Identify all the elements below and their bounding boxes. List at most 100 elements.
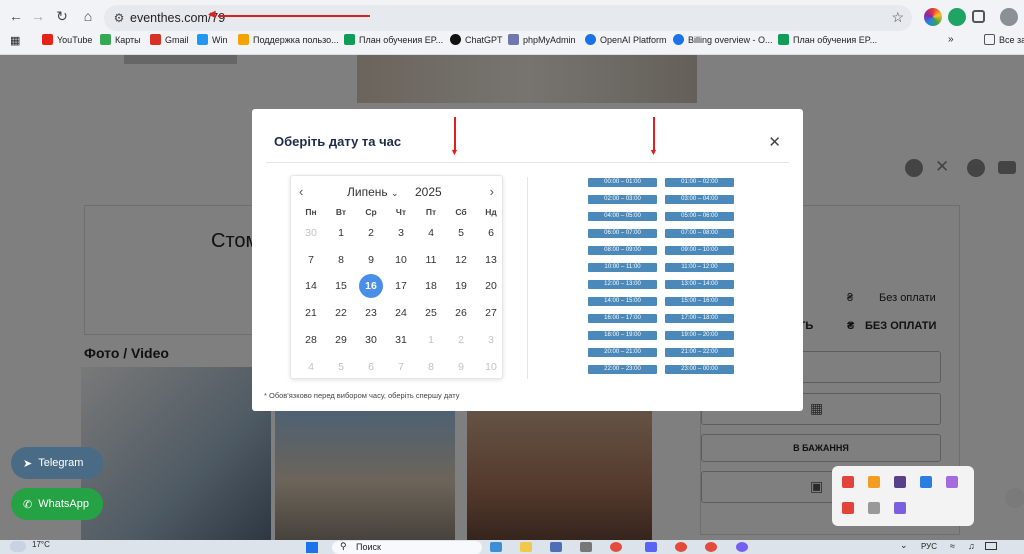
time-slot-button[interactable]: 05:00 – 06:00 (665, 212, 734, 221)
bookmark-youtube[interactable]: YouTube (42, 34, 92, 45)
calendar-day[interactable]: 30 (359, 328, 383, 352)
bookmark-billing[interactable]: Billing overview - O... (673, 34, 773, 45)
tray-app-icon[interactable] (868, 476, 880, 488)
calendar-day[interactable]: 7 (299, 248, 323, 272)
tray-app-icon[interactable] (946, 476, 958, 488)
calendar-day[interactable]: 9 (449, 355, 473, 379)
close-icon[interactable]: ✕ (768, 133, 781, 151)
tray-app-icon[interactable] (894, 476, 906, 488)
profile-avatar[interactable] (1000, 8, 1018, 26)
calendar-day[interactable]: 20 (479, 274, 503, 298)
calendar-day[interactable]: 28 (299, 328, 323, 352)
back-icon[interactable]: ← (4, 4, 28, 28)
tray-app-icon[interactable] (842, 476, 854, 488)
home-icon[interactable]: ⌂ (76, 4, 100, 28)
time-slot-button[interactable]: 06:00 – 07:00 (588, 229, 657, 238)
time-slot-button[interactable]: 21:00 – 22:00 (665, 348, 734, 357)
taskbar-app-icon[interactable] (520, 542, 532, 552)
calendar-day[interactable]: 21 (299, 301, 323, 325)
time-slot-button[interactable]: 19:00 – 20:00 (665, 331, 734, 340)
telegram-button[interactable]: ➤ Telegram (11, 447, 103, 479)
time-slot-button[interactable]: 18:00 – 19:00 (588, 331, 657, 340)
extensions-puzzle-icon[interactable] (972, 10, 985, 23)
time-slot-button[interactable]: 07:00 – 08:00 (665, 229, 734, 238)
calendar-day[interactable]: 10 (479, 355, 503, 379)
bookmark-support[interactable]: Поддержка пользо... (238, 34, 339, 45)
taskbar-app-icon[interactable] (705, 542, 717, 552)
tray-app-icon[interactable] (894, 502, 906, 514)
time-slot-button[interactable]: 08:00 – 09:00 (588, 246, 657, 255)
time-slot-button[interactable]: 10:00 – 11:00 (588, 263, 657, 272)
tray-chevron-icon[interactable]: ⌄ (900, 540, 908, 551)
windows-start-icon[interactable] (306, 542, 318, 553)
calendar-day[interactable]: 10 (389, 248, 413, 272)
calendar-day[interactable]: 11 (419, 248, 443, 272)
taskbar-app-icon[interactable] (675, 542, 687, 552)
time-slot-button[interactable]: 17:00 – 18:00 (665, 314, 734, 323)
calendar-day[interactable]: 22 (329, 301, 353, 325)
calendar-day[interactable]: 14 (299, 274, 323, 298)
scroll-to-top-button[interactable] (1005, 488, 1024, 508)
time-slot-button[interactable]: 14:00 – 15:00 (588, 297, 657, 306)
calendar-day[interactable]: 25 (419, 301, 443, 325)
calendar-day[interactable]: 23 (359, 301, 383, 325)
calendar-day-selected[interactable]: 16 (359, 274, 383, 299)
calendar-day[interactable]: 18 (419, 274, 443, 298)
taskbar-app-icon[interactable] (580, 542, 592, 552)
time-slot-button[interactable]: 02:00 – 03:00 (588, 195, 657, 204)
time-slot-button[interactable]: 16:00 – 17:00 (588, 314, 657, 323)
prev-month-icon[interactable]: ‹ (299, 184, 303, 199)
volume-icon[interactable]: ♫ (968, 541, 975, 551)
time-slot-button[interactable]: 20:00 – 21:00 (588, 348, 657, 357)
time-slot-button[interactable]: 04:00 – 05:00 (588, 212, 657, 221)
calendar-day[interactable]: 3 (479, 328, 503, 352)
bookmark-openai-platform[interactable]: OpenAI Platform (585, 34, 667, 45)
taskbar-search[interactable]: ⚲ Поиск (332, 541, 482, 554)
calendar-day[interactable]: 13 (479, 248, 503, 272)
bookmark-chatgpt[interactable]: ChatGPT (450, 34, 503, 45)
weather-temp[interactable]: 17°C (32, 540, 50, 549)
taskbar-app-icon[interactable] (550, 542, 562, 552)
language-indicator[interactable]: РУС (921, 542, 937, 551)
calendar-day[interactable]: 29 (329, 328, 353, 352)
calendar-day[interactable]: 30 (299, 221, 323, 245)
calendar-day[interactable]: 5 (329, 355, 353, 379)
weather-icon[interactable] (10, 541, 26, 552)
calendar-day[interactable]: 8 (419, 355, 443, 379)
time-slot-button[interactable]: 03:00 – 04:00 (665, 195, 734, 204)
whatsapp-button[interactable]: ✆ WhatsApp (11, 488, 103, 520)
time-slot-button[interactable]: 23:00 – 00:00 (665, 365, 734, 374)
taskbar-app-icon[interactable] (736, 542, 748, 552)
calendar-day[interactable]: 7 (389, 355, 413, 379)
bookmark-star-icon[interactable]: ☆ (891, 9, 904, 26)
year-input[interactable]: 2025 (415, 185, 442, 199)
bookmark-win[interactable]: Win (197, 34, 228, 45)
calendar-day[interactable]: 6 (359, 355, 383, 379)
calendar-day[interactable]: 26 (449, 301, 473, 325)
calendar-day[interactable]: 15 (329, 274, 353, 298)
month-select[interactable]: Липень ⌄ (347, 185, 399, 199)
next-month-icon[interactable]: › (490, 184, 494, 199)
tray-app-icon[interactable] (842, 502, 854, 514)
tray-app-icon[interactable] (920, 476, 932, 488)
taskbar-app-icon[interactable] (610, 542, 622, 552)
calendar-day[interactable]: 24 (389, 301, 413, 325)
address-bar[interactable]: ⚙ eventhes.com/79 ☆ (104, 5, 912, 31)
time-slot-button[interactable]: 09:00 – 10:00 (665, 246, 734, 255)
bookmark-gmail[interactable]: Gmail (150, 34, 189, 45)
time-slot-button[interactable]: 01:00 – 02:00 (665, 178, 734, 187)
calendar-day[interactable]: 4 (299, 355, 323, 379)
extension-icon[interactable] (948, 8, 966, 26)
calendar-day[interactable]: 4 (419, 221, 443, 245)
apps-grid-icon[interactable]: ▦ (10, 34, 20, 47)
forward-icon[interactable]: → (26, 4, 50, 28)
all-bookmarks-folder[interactable]: Все зак (984, 34, 1024, 45)
time-slot-button[interactable]: 11:00 – 12:00 (665, 263, 734, 272)
time-slot-button[interactable]: 00:00 – 01:00 (588, 178, 657, 187)
taskbar-app-icon[interactable] (645, 542, 657, 552)
time-slot-button[interactable]: 13:00 – 14:00 (665, 280, 734, 289)
tray-app-icon[interactable] (868, 502, 880, 514)
calendar-day[interactable]: 2 (359, 221, 383, 245)
bookmark-phpmyadmin[interactable]: phpMyAdmin (508, 34, 576, 45)
bookmark-ep-plan-2[interactable]: План обучения EP... (778, 34, 877, 45)
